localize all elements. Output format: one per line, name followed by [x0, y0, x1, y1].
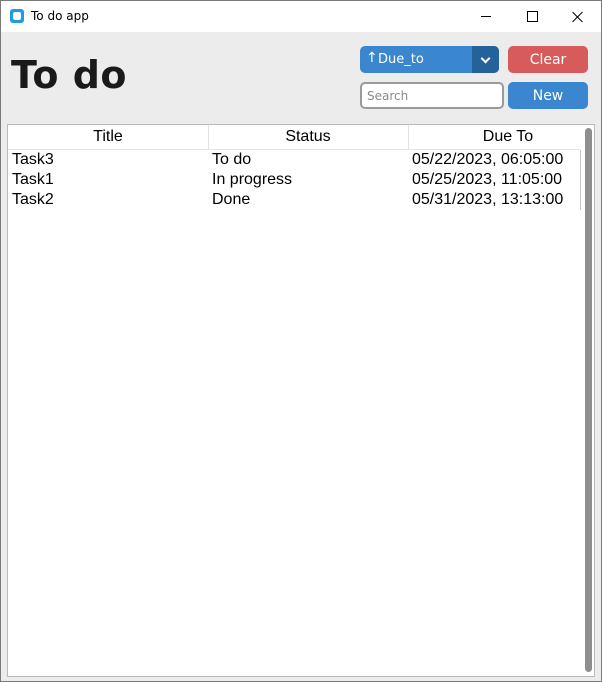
- maximize-button[interactable]: [509, 1, 555, 32]
- minimize-icon: [481, 16, 491, 17]
- scrollbar-thumb[interactable]: [585, 128, 592, 672]
- column-header-title[interactable]: Title: [8, 125, 209, 149]
- window-title: To do app: [31, 9, 89, 23]
- close-button[interactable]: [555, 1, 601, 32]
- table-row[interactable]: Task1 In progress 05/25/2023, 11:05:00: [8, 170, 580, 190]
- table-body: Task3 To do 05/22/2023, 06:05:00 Task1 I…: [8, 150, 581, 210]
- vertical-scrollbar[interactable]: [581, 125, 594, 676]
- clear-button[interactable]: Clear: [508, 46, 588, 73]
- cell-title: Task1: [12, 171, 54, 188]
- table-header: Title Status Due To: [8, 125, 580, 150]
- cell-due-to: 05/22/2023, 06:05:00: [412, 151, 564, 168]
- cell-status: In progress: [212, 171, 293, 188]
- task-table: Title Status Due To Task3 To do 05/22/20…: [7, 124, 595, 677]
- title-bar[interactable]: To do app: [1, 1, 601, 32]
- column-header-due-to[interactable]: Due To: [408, 125, 594, 149]
- cell-title: Task2: [12, 191, 54, 208]
- cell-title: Task3: [12, 151, 54, 168]
- maximize-icon: [526, 11, 538, 22]
- cell-due-to: 05/25/2023, 11:05:00: [412, 171, 563, 188]
- sort-dropdown-button[interactable]: [472, 46, 499, 73]
- sort-ascending-icon: ↑: [366, 50, 378, 66]
- sort-selected-value: Due_to: [378, 52, 424, 67]
- cell-status: To do: [212, 151, 252, 168]
- table-row[interactable]: Task3 To do 05/22/2023, 06:05:00: [8, 150, 580, 170]
- table-row[interactable]: Task2 Done 05/31/2023, 13:13:00: [8, 190, 580, 210]
- new-task-button[interactable]: New: [508, 82, 588, 109]
- search-input[interactable]: [360, 82, 504, 109]
- cell-due-to: 05/31/2023, 13:13:00: [412, 191, 564, 208]
- minimize-button[interactable]: [463, 1, 509, 32]
- chevron-down-icon: [480, 53, 491, 63]
- close-icon: [572, 11, 584, 23]
- app-icon: [10, 9, 24, 23]
- app-window: To do app To do ↑ Due_to Clear New Title…: [0, 0, 602, 682]
- column-header-status[interactable]: Status: [208, 125, 409, 149]
- cell-status: Done: [212, 191, 251, 208]
- sort-select[interactable]: ↑ Due_to: [360, 46, 499, 73]
- page-title: To do: [11, 53, 128, 97]
